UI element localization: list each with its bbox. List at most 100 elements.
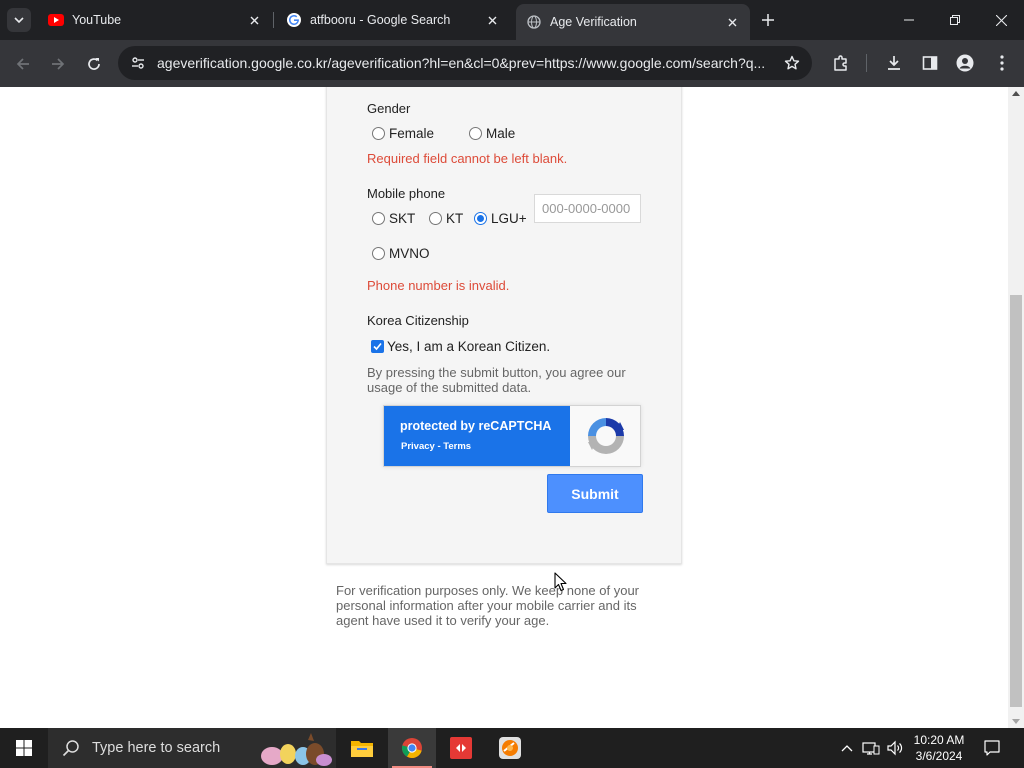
- close-icon[interactable]: [724, 14, 740, 30]
- phone-number-input[interactable]: [534, 194, 641, 223]
- globe-icon: [526, 14, 542, 30]
- bookmark-star-icon[interactable]: [782, 53, 802, 73]
- gender-male-option[interactable]: Male: [469, 126, 515, 141]
- citizenship-option[interactable]: Yes, I am a Korean Citizen.: [371, 339, 550, 354]
- taskbar-search-placeholder: Type here to search: [92, 740, 221, 756]
- carrier-lgu-radio[interactable]: [474, 212, 487, 225]
- close-icon[interactable]: [484, 12, 500, 28]
- chevron-up-icon: [841, 745, 853, 752]
- recaptcha-links: Privacy - Terms: [401, 441, 471, 452]
- volume-icon[interactable]: [884, 728, 906, 768]
- close-window-button[interactable]: [978, 0, 1024, 40]
- carrier-mvno-label: MVNO: [389, 246, 430, 261]
- carrier-mvno-radio[interactable]: [372, 247, 385, 260]
- recaptcha-link-separator: -: [434, 441, 444, 452]
- clock-time: 10:20 AM: [913, 733, 965, 747]
- recaptcha-privacy-link[interactable]: Privacy: [401, 441, 435, 452]
- recaptcha-badge: protected by reCAPTCHA Privacy - Terms: [383, 405, 641, 467]
- carrier-kt-option[interactable]: KT: [429, 211, 463, 226]
- tab-google-search[interactable]: atfbooru - Google Search: [276, 0, 510, 40]
- minimize-icon: [904, 19, 914, 21]
- restore-icon: [950, 15, 960, 25]
- scroll-down-arrow-icon[interactable]: [1012, 719, 1020, 724]
- app-red-icon: [450, 737, 472, 759]
- tab-separator: [273, 12, 274, 28]
- scroll-up-arrow-icon[interactable]: [1012, 91, 1020, 96]
- side-panel-icon[interactable]: [918, 51, 942, 75]
- gender-label: Gender: [367, 101, 411, 116]
- carrier-lgu-option[interactable]: LGU+: [474, 211, 527, 226]
- carrier-skt-option[interactable]: SKT: [372, 211, 415, 226]
- page-scrollbar[interactable]: [1008, 87, 1024, 728]
- tab-title: Age Verification: [550, 15, 637, 29]
- arrow-right-icon: [52, 58, 65, 70]
- new-tab-button[interactable]: [756, 8, 780, 32]
- tab-youtube[interactable]: YouTube: [38, 0, 272, 40]
- mobile-phone-label: Mobile phone: [367, 186, 446, 201]
- checkmark-icon: [373, 342, 382, 351]
- network-icon[interactable]: [860, 728, 882, 768]
- url-text[interactable]: ageverification.google.co.kr/ageverifica…: [157, 55, 777, 71]
- folder-icon: [351, 741, 373, 757]
- download-icon[interactable]: [882, 51, 906, 75]
- carrier-skt-radio[interactable]: [372, 212, 385, 225]
- notification-icon: [984, 740, 1000, 756]
- mouse-cursor-icon: [554, 572, 567, 592]
- gender-male-radio[interactable]: [469, 127, 482, 140]
- chrome-app[interactable]: [388, 728, 436, 768]
- taskbar-search-box[interactable]: Type here to search: [48, 728, 336, 768]
- carrier-mvno-option[interactable]: MVNO: [372, 246, 430, 261]
- restore-button[interactable]: [932, 0, 978, 40]
- gender-female-label: Female: [389, 126, 435, 141]
- recaptcha-title: protected by reCAPTCHA: [400, 419, 552, 433]
- minimize-button[interactable]: [886, 0, 932, 40]
- carrier-kt-label: KT: [446, 211, 464, 226]
- recaptcha-terms-link[interactable]: Terms: [443, 441, 471, 452]
- youtube-icon: [48, 12, 64, 28]
- site-info-icon[interactable]: [126, 51, 150, 75]
- notifications-button[interactable]: [978, 728, 1006, 768]
- carrier-lgu-label: LGU+: [491, 211, 527, 226]
- recaptcha-logo-icon: [588, 418, 624, 454]
- back-button[interactable]: [9, 50, 37, 78]
- file-explorer-app[interactable]: [338, 728, 386, 768]
- citizenship-checkbox-label: Yes, I am a Korean Citizen.: [387, 339, 551, 354]
- citizenship-label: Korea Citizenship: [367, 313, 469, 328]
- agreement-text: By pressing the submit button, you agree…: [367, 365, 626, 395]
- plus-icon: [762, 14, 774, 26]
- start-button[interactable]: [0, 728, 48, 768]
- extensions-icon[interactable]: [829, 51, 853, 75]
- tab-search-button[interactable]: [7, 8, 31, 32]
- tab-title: YouTube: [72, 13, 122, 27]
- tab-age-verification[interactable]: Age Verification: [516, 4, 750, 40]
- scroll-thumb[interactable]: [1010, 295, 1022, 707]
- show-hidden-icons-button[interactable]: [838, 728, 856, 768]
- privacy-footnote: For verification purposes only. We keep …: [336, 583, 640, 628]
- taskbar-clock[interactable]: 10:20 AM 3/6/2024: [906, 732, 972, 764]
- clock-date: 3/6/2024: [915, 749, 963, 763]
- chevron-down-icon: [14, 17, 24, 24]
- more-menu-icon[interactable]: [990, 51, 1014, 75]
- page-viewport: Gender Female Male Required field cannot…: [0, 87, 1008, 728]
- app-orange-icon: [499, 737, 521, 759]
- address-bar[interactable]: ageverification.google.co.kr/ageverifica…: [118, 46, 812, 80]
- carrier-kt-radio[interactable]: [429, 212, 442, 225]
- verification-form: Gender Female Male Required field cannot…: [326, 87, 682, 564]
- red-app[interactable]: [437, 728, 485, 768]
- easter-eggs-icon: [261, 733, 332, 766]
- close-icon: [995, 14, 1007, 26]
- tab-strip: YouTube atfbooru - Google Search Age Ver…: [0, 0, 1024, 40]
- orange-app[interactable]: [486, 728, 534, 768]
- submit-button[interactable]: Submit: [547, 474, 643, 513]
- windows-taskbar: Type here to search 10:20 AM 3/6/2024: [0, 728, 1024, 768]
- forward-button[interactable]: [44, 50, 72, 78]
- search-icon: [62, 740, 79, 757]
- reload-button[interactable]: [80, 50, 108, 78]
- gender-female-radio[interactable]: [372, 127, 385, 140]
- profile-icon[interactable]: [953, 51, 977, 75]
- citizenship-checkbox[interactable]: [371, 340, 384, 353]
- carrier-skt-label: SKT: [389, 211, 416, 226]
- close-icon[interactable]: [246, 12, 262, 28]
- gender-female-option[interactable]: Female: [372, 126, 434, 141]
- tab-title: atfbooru - Google Search: [310, 13, 451, 27]
